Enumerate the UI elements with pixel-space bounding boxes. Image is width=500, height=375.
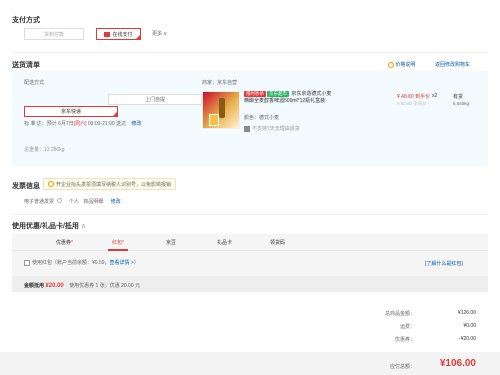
invoice-detail: 商品明细	[83, 199, 104, 205]
tab-giftcard[interactable]: 礼品卡	[217, 239, 232, 246]
tab-redeem-code[interactable]: 领货码	[270, 239, 285, 246]
coupon-tabs	[12, 234, 488, 251]
items-total-label: 总商品金额：	[384, 311, 415, 317]
redpacket-option: 使用红包（账户当前余额：¥0.59， 查看详情 > ）	[24, 259, 139, 266]
learn-redpacket-link[interactable]: [了解什么是红包]	[425, 260, 463, 267]
coupons-title[interactable]: 使用优惠/礼品卡/抵用 ∧	[12, 221, 86, 231]
self-pickup-option[interactable]: 上门自提	[108, 94, 202, 105]
tab-coupons[interactable]: 优惠券*	[56, 239, 73, 246]
divider	[12, 52, 488, 53]
total-weight: 总重量：13.280kg	[24, 147, 65, 153]
invoice-info: 电子普通发票 个人 商品明细 修改	[24, 198, 121, 205]
tab-redpacket-label: 红包	[112, 240, 123, 246]
invoice-title: 发票信息	[12, 183, 40, 190]
product-qty: x2	[432, 93, 438, 99]
product-title[interactable]: 限时秒杀 京东超市 京东京造德式小麦 精酿全麦醇香啤酒500ml*12瓶礼盒装	[244, 91, 344, 105]
cod-option[interactable]: 货到付款	[24, 28, 84, 40]
redpacket-detail-link[interactable]: 查看详情 >	[110, 259, 134, 266]
delivery-label: 配送方式	[24, 80, 45, 86]
invoice-type: 电子普通发票	[24, 199, 55, 205]
redpacket-label: 使用红包（账户当前余额：¥0.59，	[32, 260, 110, 266]
invoice-notice-text: 开企业抬头发票须填写纳税人识别号，以免影响报销	[56, 181, 172, 188]
beer-glass-shape	[209, 114, 219, 126]
shipping-title: 送货清单	[12, 62, 40, 69]
coupon-summary: 金额抵用 ¥20.00 使用优惠券 1 张，优惠 20.00 元	[24, 282, 140, 289]
time-date: 预计 6月7日	[46, 121, 74, 127]
shipping-fee-label: 运费：	[399, 324, 415, 330]
invoice-modify-link[interactable]: 修改	[111, 199, 121, 205]
summary-amount: ¥20.00	[45, 283, 64, 289]
redpacket-checkbox[interactable]	[24, 259, 30, 266]
product-name-line1: 京东京造德式小麦	[291, 91, 332, 97]
price-note-label: 价格说明	[395, 62, 416, 68]
invoice-help-icon[interactable]	[57, 198, 63, 203]
summary-label: 金额抵用	[24, 283, 45, 289]
chevron-up-icon: ∧	[80, 223, 86, 230]
coupon-discount-label: 优惠券：	[394, 337, 415, 343]
return-policy-text: 不支持7天无理由退货	[252, 126, 300, 132]
no-return-icon	[244, 125, 250, 132]
tab-jingdou[interactable]: 京豆	[166, 239, 176, 246]
redpacket-label-close: ）	[133, 260, 139, 266]
online-pay-label: 在线支付	[112, 31, 133, 38]
beer-bottle-shape	[219, 98, 225, 118]
time-day: [周六]	[73, 121, 87, 127]
color-label: 颜色：	[244, 115, 260, 121]
time-label: 标 准 达：	[24, 121, 47, 127]
product-name-line2: 精酿全麦醇香啤酒500ml*12瓶礼盒装	[244, 98, 326, 104]
product-weight: 6.640kg	[453, 101, 470, 106]
jd-express-option[interactable]: 京东快递	[24, 106, 118, 117]
merchant-name: 商家：京东自营	[202, 80, 238, 86]
product-price: ¥ 48.80 到手价	[397, 94, 431, 100]
flash-sale-tag: 限时秒杀	[244, 91, 266, 97]
invoice-person: 个人	[68, 199, 79, 205]
tab-redpacket[interactable]: 红包*	[112, 239, 124, 246]
product-color: 颜色：德式小麦	[244, 114, 279, 121]
online-pay-option[interactable]: 在线支付	[96, 28, 141, 40]
color-value: 德式小麦	[259, 115, 280, 121]
info-icon: !	[388, 62, 394, 68]
coupon-discount-value: -¥20.00	[459, 336, 476, 342]
tab-coupons-label: 优惠券	[56, 240, 72, 246]
product-image[interactable]	[202, 91, 240, 129]
price-note-link[interactable]: ! 价格说明	[388, 61, 415, 68]
delivery-time: 标 准 达：预计 6月7日[周六] 09:00-21:00 送达 修改	[24, 120, 141, 127]
more-payment-link[interactable]: 更多 ∨	[152, 30, 167, 37]
online-pay-icon	[104, 31, 111, 37]
payment-title: 支付方式	[12, 17, 40, 24]
summary-detail: 使用优惠券 1 张，优惠 20.00 元	[69, 283, 141, 289]
divider	[12, 214, 488, 215]
notice-icon	[48, 181, 54, 187]
invoice-notice: 开企业抬头发票须填写纳税人识别号，以免影响报销	[43, 178, 177, 190]
product-stock: 有货	[453, 94, 464, 100]
payable-amount: ¥106.00	[439, 358, 476, 369]
items-total-value: ¥126.00	[457, 310, 476, 316]
return-policy: 不支持7天无理由退货	[244, 125, 300, 132]
product-orig-price: ¥ 63.80 京东价	[397, 101, 427, 106]
active-tab-indicator	[108, 249, 128, 251]
time-modify-link[interactable]: 修改	[131, 121, 141, 127]
payable-label: 应付总额：	[389, 364, 415, 370]
shipping-fee-value: ¥0.00	[463, 323, 476, 329]
coupons-title-text: 使用优惠/礼品卡/抵用	[12, 223, 79, 230]
jd-supermarket-tag: 京东超市	[267, 91, 289, 97]
back-cart-link[interactable]: 返回修改购物车	[435, 61, 470, 68]
time-range: 09:00-21:00 送达	[86, 121, 126, 127]
